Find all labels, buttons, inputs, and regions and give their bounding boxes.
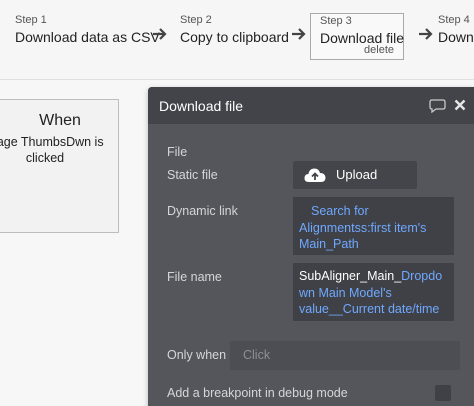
step-title: Download data as CSV [15, 29, 160, 45]
step-number: Step 2 [180, 14, 212, 26]
dynamic-expression-line: Search for [311, 204, 369, 218]
arrow-right-icon [292, 28, 306, 40]
step-title: Copy to clipboard [180, 29, 289, 45]
workflow-editor: Step 1 Download data as CSV Step 2 Copy … [0, 0, 474, 406]
cloud-upload-icon [304, 168, 326, 182]
step-3-selected[interactable]: Step 3 Download file delete [310, 13, 404, 60]
dynamic-link-label: Dynamic link [167, 204, 238, 218]
step-number: Step 4 [438, 14, 470, 26]
event-trigger-box[interactable]: When mage ThumbsDwn is clicked [0, 99, 119, 233]
property-editor-panel: Download file File Static file Upload Dy… [148, 87, 474, 406]
upload-button[interactable]: Upload [293, 161, 417, 189]
upload-label: Upload [336, 167, 378, 182]
step-number: Step 1 [15, 14, 47, 26]
section-label: File [167, 145, 188, 159]
panel-title: Download file [159, 98, 244, 114]
delete-step-link[interactable]: delete [364, 44, 394, 56]
step-4[interactable]: Step 4 Downl [438, 14, 474, 45]
event-description: mage ThumbsDwn is clicked [0, 134, 120, 166]
only-when-placeholder: Click [243, 348, 271, 362]
file-name-text: SubAligner_Main_ [299, 269, 402, 283]
breakpoint-label: Add a breakpoint in debug mode [167, 386, 348, 400]
step-title: Downl [438, 29, 474, 45]
workflow-steps-bar: Step 1 Download data as CSV Step 2 Copy … [0, 0, 474, 80]
dynamic-expression-line: Alignmentss:first item's [299, 220, 427, 235]
breakpoint-checkbox[interactable] [435, 385, 451, 401]
file-name-field[interactable]: SubAligner_Main_Dropdown Main Model's va… [293, 263, 454, 321]
dynamic-link-field[interactable]: Search for Alignmentss:first item's Main… [293, 197, 454, 255]
step-2[interactable]: Step 2 Copy to clipboard [180, 14, 289, 45]
static-file-label: Static file [167, 168, 218, 182]
event-description-line: mage ThumbsDwn is [0, 135, 104, 149]
event-description-line: clicked [25, 151, 65, 165]
file-name-label: File name [167, 270, 222, 284]
panel-header[interactable]: Download file [148, 87, 474, 124]
only-when-input[interactable]: Click [230, 341, 460, 370]
step-number: Step 3 [320, 15, 352, 27]
arrow-right-icon [419, 28, 433, 40]
event-title: When [39, 112, 81, 129]
arrow-right-icon [153, 28, 167, 40]
comment-icon[interactable] [429, 99, 446, 113]
dynamic-expression-line: Main_Path [299, 237, 359, 251]
close-icon[interactable] [454, 99, 466, 111]
only-when-label: Only when [167, 348, 227, 362]
step-1[interactable]: Step 1 Download data as CSV [15, 14, 160, 45]
